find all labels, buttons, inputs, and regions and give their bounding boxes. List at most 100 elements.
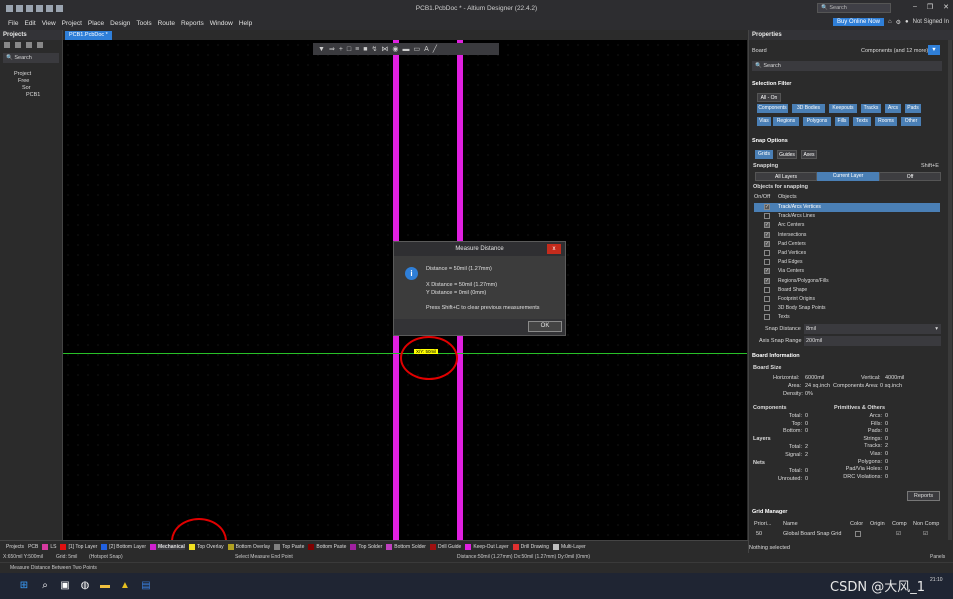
- search-input[interactable]: 🔍 Search: [817, 3, 891, 13]
- selection-filter-header[interactable]: Selection Filter: [749, 80, 944, 89]
- layer-tab-bottom-solder[interactable]: Bottom Solder: [386, 543, 426, 550]
- filter-icon[interactable]: ▼: [928, 45, 940, 55]
- snap-object-row[interactable]: ✓ Track/Arcs Vertices: [754, 203, 940, 212]
- snap-checkbox[interactable]: [764, 259, 770, 266]
- quick-access-toolbar[interactable]: [6, 4, 63, 12]
- projects-search-input[interactable]: 🔍 Search: [3, 53, 59, 63]
- filter-chip-pads[interactable]: Pads: [905, 104, 921, 113]
- tab-grids[interactable]: Grids: [755, 150, 773, 159]
- snap-object-row[interactable]: Board Shape: [754, 286, 940, 295]
- interactive-route-icon[interactable]: ↯: [371, 45, 377, 53]
- board-information-header[interactable]: Board Information: [749, 352, 944, 361]
- all-on-button[interactable]: All - On: [757, 93, 781, 102]
- menu-file[interactable]: File: [8, 20, 18, 27]
- pcb-tab[interactable]: PCB: [28, 544, 38, 550]
- fill-icon[interactable]: ▬: [402, 46, 409, 53]
- menu-help[interactable]: Help: [239, 20, 252, 27]
- filter-chip-texts[interactable]: Texts: [853, 117, 871, 126]
- filter-chip-vias[interactable]: Vias: [757, 117, 771, 126]
- grid-color-swatch[interactable]: [855, 531, 861, 537]
- sign-in-link[interactable]: Not Signed In: [913, 19, 949, 25]
- folder-icon[interactable]: ▬: [98, 579, 112, 593]
- grid-manager-header[interactable]: Grid Manager: [749, 508, 944, 517]
- snap-checkbox[interactable]: ✓: [764, 240, 770, 247]
- snap-checkbox[interactable]: ✓: [764, 277, 770, 284]
- filter-chip-polygons[interactable]: Polygons: [803, 117, 831, 126]
- snap-object-row[interactable]: ✓ Regions/Polygons/Fills: [754, 277, 940, 286]
- snap-mode-off[interactable]: Off: [879, 172, 941, 181]
- windows-start-icon[interactable]: ⊞: [17, 579, 31, 593]
- plus-icon[interactable]: +: [339, 46, 343, 53]
- select-icon[interactable]: □: [347, 46, 351, 53]
- buy-online-button[interactable]: Buy Online Now: [832, 18, 884, 26]
- layer-tab--1-top-layer[interactable]: [1] Top Layer: [60, 543, 97, 550]
- layer-tab--2-bottom-layer[interactable]: [2] Bottom Layer: [101, 543, 146, 550]
- tree-item[interactable]: PCB1: [0, 92, 62, 99]
- snap-object-row[interactable]: Pad Edges: [754, 258, 940, 267]
- snap-object-row[interactable]: Texts: [754, 313, 940, 322]
- filter-chip-components[interactable]: Components: [757, 104, 788, 113]
- filter-chip-tracks[interactable]: Tracks: [861, 104, 881, 113]
- filter-chip-3d-bodies[interactable]: 3D Bodies: [792, 104, 825, 113]
- filter-chip-regions[interactable]: Regions: [773, 117, 799, 126]
- close-icon[interactable]: ✕: [943, 3, 949, 11]
- filter-icon[interactable]: ▼: [318, 46, 325, 53]
- properties-scrollbar[interactable]: [948, 40, 952, 540]
- restore-icon[interactable]: ❐: [927, 3, 933, 11]
- menu-window[interactable]: Window: [210, 20, 233, 27]
- projects-toolbar[interactable]: [0, 40, 62, 50]
- layer-tab-top-solder[interactable]: Top Solder: [350, 543, 382, 550]
- line-icon[interactable]: ╱: [433, 45, 437, 53]
- user-icon[interactable]: ●: [905, 19, 909, 25]
- filter-chip-fills[interactable]: Fills: [835, 117, 849, 126]
- snap-options-header[interactable]: Snap Options: [749, 137, 944, 146]
- menu-project[interactable]: Project: [62, 20, 82, 27]
- word-icon[interactable]: ▤: [139, 579, 153, 593]
- tree-item[interactable]: Free: [0, 78, 62, 85]
- text-icon[interactable]: A: [424, 46, 429, 53]
- layer-tab-top-paste[interactable]: Top Paste: [274, 543, 304, 550]
- active-bar-toolbar[interactable]: ▼ ⇒ + □ ≡ ■ ↯ ⋈ ◉ ▬ ▭ A ╱: [313, 43, 499, 55]
- components-dropdown[interactable]: Components (and 12 more): [861, 48, 928, 54]
- search-icon[interactable]: ⌕: [38, 579, 52, 593]
- filter-chip-other[interactable]: Other: [901, 117, 921, 126]
- gear-icon[interactable]: ⚙: [896, 19, 901, 26]
- home-icon[interactable]: ⌂: [888, 19, 892, 25]
- properties-search-input[interactable]: 🔍 Search: [752, 61, 942, 71]
- filter-chip-keepouts[interactable]: Keepouts: [829, 104, 857, 113]
- layer-tab-bottom-overlay[interactable]: Bottom Overlay: [227, 543, 270, 550]
- snap-checkbox[interactable]: ✓: [764, 204, 770, 210]
- snap-checkbox[interactable]: [764, 250, 770, 256]
- snap-checkbox[interactable]: [764, 305, 770, 312]
- snap-object-row[interactable]: ✓ Pad Centers: [754, 240, 940, 249]
- menu-design[interactable]: Design: [110, 20, 130, 27]
- layer-tab-ls[interactable]: LS: [42, 543, 56, 550]
- filter-chip-rooms[interactable]: Rooms: [875, 117, 897, 126]
- snap-distance-select[interactable]: 8mil ▾: [804, 324, 941, 334]
- snap-checkbox[interactable]: [764, 296, 770, 302]
- snap-checkbox[interactable]: [764, 213, 770, 220]
- browser-icon[interactable]: ◍: [78, 579, 92, 593]
- diff-pair-icon[interactable]: ⋈: [381, 45, 388, 53]
- layer-tab-bottom-paste[interactable]: Bottom Paste: [308, 543, 346, 550]
- snap-object-row[interactable]: ✓ Via Centers: [754, 267, 940, 276]
- tab-guides[interactable]: Guides: [777, 150, 797, 159]
- snap-object-row[interactable]: Pad Vertices: [754, 249, 940, 258]
- layer-tab-top-overlay[interactable]: Top Overlay: [188, 543, 224, 550]
- snap-checkbox[interactable]: ✓: [764, 268, 770, 275]
- gallery-icon[interactable]: ▣: [58, 579, 72, 593]
- grid-comp-check[interactable]: ☑: [896, 531, 901, 537]
- region-icon[interactable]: ▭: [413, 45, 420, 53]
- menu-reports[interactable]: Reports: [181, 20, 204, 27]
- snap-mode-all-layers[interactable]: All Layers: [755, 172, 817, 181]
- snap-object-row[interactable]: ✓ Arc Centers: [754, 221, 940, 230]
- layer-tab-multi-layer[interactable]: Multi-Layer: [552, 543, 586, 550]
- snap-object-row[interactable]: ✓ Intersections: [754, 231, 940, 240]
- projects-tab[interactable]: Projects: [6, 544, 24, 550]
- layer-tab-drill-drawing[interactable]: Drill Drawing: [512, 543, 549, 550]
- ok-button[interactable]: OK: [528, 321, 562, 332]
- snap-object-row[interactable]: 3D Body Snap Points: [754, 304, 940, 313]
- snap-object-row[interactable]: Track/Arcs Lines: [754, 212, 940, 221]
- layer-tab-drill-guide[interactable]: Drill Guide: [429, 543, 461, 550]
- filter-chip-arcs[interactable]: Arcs: [885, 104, 901, 113]
